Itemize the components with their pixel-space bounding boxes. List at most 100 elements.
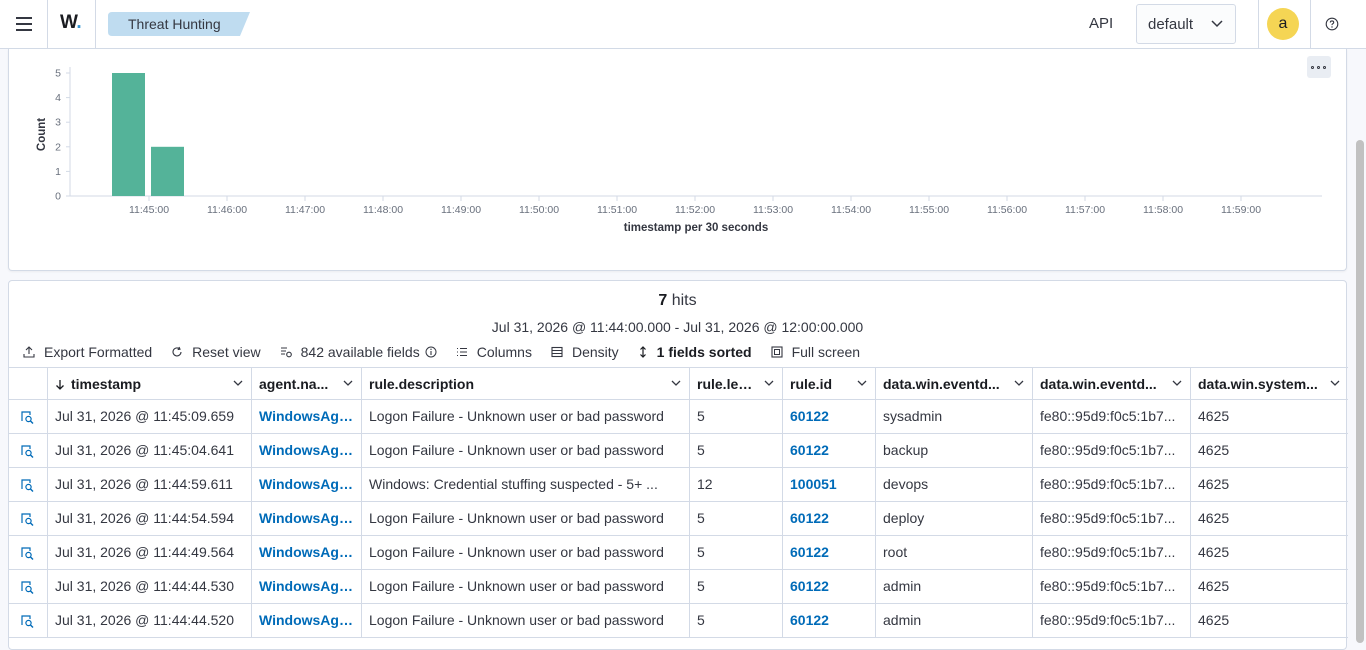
cell-rule-id-link[interactable]: 60122 — [783, 604, 876, 637]
cell-rule-id-link[interactable]: 60122 — [783, 570, 876, 603]
export-formatted-button[interactable]: Export Formatted — [23, 344, 152, 360]
cell-rule-level: 12 — [690, 468, 783, 501]
scrollbar-thumb[interactable] — [1356, 140, 1364, 643]
table-row[interactable]: Jul 31, 2026 @ 11:44:44.530 WindowsAgen … — [9, 570, 1348, 604]
inspect-document-icon[interactable] — [19, 511, 35, 527]
column-header-data-win-eventdata-2[interactable]: data.win.eventd... — [1033, 368, 1191, 399]
table-row[interactable]: Jul 31, 2026 @ 11:44:49.564 WindowsAgen … — [9, 536, 1348, 570]
table-row[interactable]: Jul 31, 2026 @ 11:44:59.611 WindowsAgen … — [9, 468, 1348, 502]
cell-timestamp: Jul 31, 2026 @ 11:44:59.611 — [48, 468, 252, 501]
top-header: W. Threat Hunting API default a — [0, 0, 1366, 49]
y-tick-label: 3 — [55, 117, 61, 129]
table-row[interactable]: Jul 31, 2026 @ 11:45:04.641 WindowsAgen … — [9, 434, 1348, 468]
cell-rule-id-link[interactable]: 60122 — [783, 502, 876, 535]
chevron-down-icon[interactable] — [764, 380, 774, 387]
cell-agent-name-link[interactable]: WindowsAgen — [252, 434, 362, 467]
cell-rule-id-link[interactable]: 100051 — [783, 468, 876, 501]
full-screen-button[interactable]: Full screen — [771, 344, 860, 360]
cell-agent-name-link[interactable]: WindowsAgen — [252, 604, 362, 637]
cell-rule-id-link[interactable]: 60122 — [783, 434, 876, 467]
tenant-select[interactable]: default — [1136, 4, 1236, 44]
fullscreen-icon — [771, 346, 783, 358]
chevron-down-icon[interactable] — [343, 380, 353, 387]
column-header-rule-level[interactable]: rule.level — [690, 368, 783, 399]
chevron-down-icon[interactable] — [857, 380, 867, 387]
x-tick-label: 11:51:00 — [597, 204, 637, 216]
header-divider — [47, 0, 48, 48]
chevron-down-icon[interactable] — [1172, 380, 1182, 387]
row-control-cell — [9, 570, 48, 603]
column-header-data-win-eventdata-1[interactable]: data.win.eventd... — [876, 368, 1033, 399]
table-row[interactable]: Jul 31, 2026 @ 11:44:44.520 WindowsAgen … — [9, 604, 1348, 638]
column-header-agent-name[interactable]: agent.na... — [252, 368, 362, 399]
chevron-down-icon[interactable] — [1014, 380, 1024, 387]
cell-system-eventid: 4625 — [1198, 442, 1230, 458]
x-tick-label: 11:46:00 — [207, 204, 247, 216]
reset-view-button[interactable]: Reset view — [171, 344, 261, 360]
chevron-down-icon[interactable] — [1330, 380, 1340, 387]
header-divider — [95, 0, 96, 48]
chevron-down-icon[interactable] — [233, 380, 243, 387]
inspect-document-icon[interactable] — [19, 545, 35, 561]
inspect-document-icon[interactable] — [19, 409, 35, 425]
histogram-panel: 0 1 2 3 4 5 Count 11:45:00 11:46:00 11:47:00 11:48… — [8, 49, 1347, 271]
cell-eventdata-ip: fe80::95d9:f0c5:1b7... — [1033, 502, 1191, 535]
export-icon — [23, 346, 35, 358]
cell-timestamp: Jul 31, 2026 @ 11:45:04.641 — [48, 434, 252, 467]
cell-eventdata-ip: fe80::95d9:f0c5:1b7... — [1033, 468, 1191, 501]
row-control-cell — [9, 434, 48, 467]
x-tick-label: 11:57:00 — [1065, 204, 1105, 216]
chevron-down-icon[interactable] — [671, 380, 681, 387]
column-header-timestamp[interactable]: timestamp — [48, 368, 252, 399]
x-tick-label: 11:52:00 — [675, 204, 715, 216]
app-logo[interactable]: W. — [60, 12, 82, 34]
grid-toolbar: Export Formatted Reset view 842 availabl… — [23, 342, 879, 362]
api-link[interactable]: API — [1089, 15, 1113, 32]
y-tick-label: 5 — [55, 68, 61, 80]
inspect-document-icon[interactable] — [19, 477, 35, 493]
cell-rule-description: Logon Failure - Unknown user or bad pass… — [362, 570, 690, 603]
chart-options-button[interactable] — [1307, 56, 1331, 78]
info-icon[interactable] — [425, 346, 437, 358]
histogram-bar — [112, 73, 145, 196]
inspect-document-icon[interactable] — [19, 579, 35, 595]
inspect-document-icon[interactable] — [19, 443, 35, 459]
breadcrumb-threat-hunting[interactable]: Threat Hunting — [108, 12, 250, 36]
cell-system-eventid: 4625 — [1198, 476, 1230, 492]
columns-button[interactable]: Columns — [456, 344, 532, 360]
cell-timestamp: Jul 31, 2026 @ 11:44:54.594 — [48, 502, 252, 535]
cell-agent-name-link[interactable]: WindowsAgen — [252, 468, 362, 501]
density-button[interactable]: Density — [551, 344, 619, 360]
user-avatar[interactable]: a — [1267, 8, 1299, 40]
cell-agent-name-link[interactable]: WindowsAgen — [252, 570, 362, 603]
inspect-document-icon[interactable] — [19, 613, 35, 629]
cell-agent-name-link[interactable]: WindowsAgen — [252, 536, 362, 569]
results-panel: 7 hits Jul 31, 2026 @ 11:44:00.000 - Jul… — [8, 280, 1348, 650]
cell-agent-name-link[interactable]: WindowsAgen — [252, 400, 362, 433]
table-row[interactable]: Jul 31, 2026 @ 11:44:54.594 WindowsAgen … — [9, 502, 1348, 536]
column-header-data-win-system[interactable]: data.win.system... — [1191, 368, 1348, 399]
available-fields-button[interactable]: 842 available fields — [280, 344, 437, 360]
sort-down-icon — [56, 380, 64, 390]
x-tick-label: 11:48:00 — [363, 204, 403, 216]
x-tick-label: 11:56:00 — [987, 204, 1027, 216]
cell-eventdata-ip: fe80::95d9:f0c5:1b7... — [1033, 604, 1191, 637]
menu-icon[interactable] — [12, 12, 36, 36]
cell-rule-description: Logon Failure - Unknown user or bad pass… — [362, 434, 690, 467]
cell-rule-id-link[interactable]: 60122 — [783, 536, 876, 569]
x-tick-label: 11:50:00 — [519, 204, 559, 216]
header-divider — [1310, 0, 1311, 48]
list-icon — [456, 347, 467, 357]
sort-fields-button[interactable]: 1 fields sorted — [638, 344, 752, 360]
y-tick-label: 2 — [55, 141, 61, 153]
help-icon[interactable] — [1325, 17, 1339, 31]
cell-rule-level: 5 — [690, 570, 783, 603]
cell-rule-id-link[interactable]: 60122 — [783, 400, 876, 433]
table-row[interactable]: Jul 31, 2026 @ 11:45:09.659 WindowsAgen … — [9, 400, 1348, 434]
cell-agent-name-link[interactable]: WindowsAgen — [252, 502, 362, 535]
column-header-rule-description[interactable]: rule.description — [362, 368, 690, 399]
column-header-rule-id[interactable]: rule.id — [783, 368, 876, 399]
tenant-value: default — [1148, 16, 1194, 33]
cell-rule-description: Logon Failure - Unknown user or bad pass… — [362, 536, 690, 569]
cell-eventdata-user: sysadmin — [876, 400, 1033, 433]
